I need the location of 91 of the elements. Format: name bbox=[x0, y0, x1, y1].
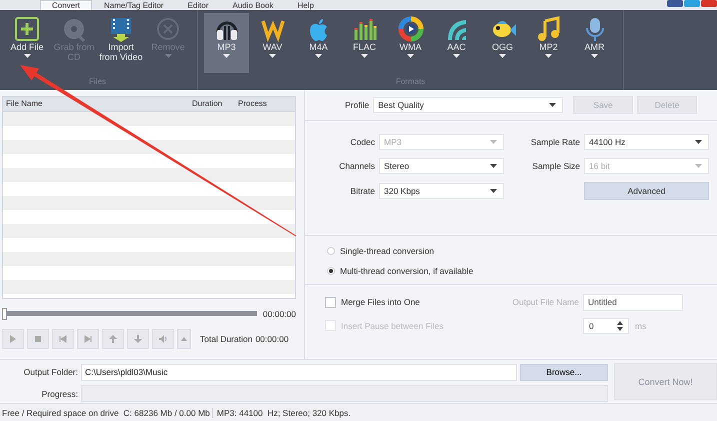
menu-tab[interactable]: Name/Tag Editor bbox=[92, 0, 176, 10]
player-button[interactable] bbox=[2, 328, 24, 349]
volume-menu-button[interactable] bbox=[177, 328, 191, 349]
player-button[interactable] bbox=[52, 328, 74, 349]
field-label: Sample Rate bbox=[530, 136, 580, 147]
caret-icon bbox=[453, 54, 460, 58]
unit-label: ms bbox=[635, 320, 646, 331]
format-button[interactable]: AMR bbox=[572, 12, 617, 73]
browse-button[interactable]: Browse... bbox=[520, 364, 608, 381]
caret-icon bbox=[223, 54, 230, 58]
format-button[interactable]: M4A bbox=[296, 12, 341, 73]
field-label: Sample Size bbox=[531, 160, 580, 171]
format-button[interactable]: OGG bbox=[480, 12, 525, 73]
pause-spin-field[interactable]: 0 bbox=[583, 318, 629, 334]
volume-button[interactable] bbox=[152, 328, 174, 349]
field-label: Codec bbox=[349, 136, 375, 147]
up-arrow-icon bbox=[108, 334, 118, 344]
field-label: Progress: bbox=[40, 388, 78, 399]
seek-slider[interactable] bbox=[2, 308, 257, 320]
film-strip-icon bbox=[108, 16, 134, 42]
setting-dropdown[interactable]: 320 Kbps bbox=[379, 182, 504, 199]
play-disc-icon bbox=[398, 16, 424, 42]
caret-icon bbox=[490, 188, 497, 193]
toolbar-button[interactable]: Add File bbox=[4, 12, 50, 73]
checkbox-label: Merge Files into One bbox=[341, 297, 420, 308]
caret-icon bbox=[549, 102, 556, 107]
advanced-button[interactable]: Advanced bbox=[584, 182, 709, 200]
status-text: Free / Required space on drive C: 68236 Mb / 0.00 Mb bbox=[1, 408, 211, 418]
output-file-name-field[interactable]: Untitled bbox=[583, 294, 683, 311]
menu-tab[interactable]: Editor bbox=[176, 0, 221, 10]
radio-label: Multi-thread conversion, if available bbox=[340, 266, 474, 276]
column-header[interactable]: Process bbox=[235, 99, 287, 108]
format-button[interactable]: WAV bbox=[250, 12, 295, 73]
output-folder-field[interactable]: C:\Users\pldl03\Music bbox=[81, 364, 517, 381]
menu-tab[interactable]: Convert bbox=[40, 0, 92, 10]
profile-dropdown[interactable]: Best Quality bbox=[373, 96, 564, 113]
format-button[interactable]: MP3 bbox=[204, 12, 249, 73]
caret-icon bbox=[315, 54, 322, 58]
field-label: Output Folder: bbox=[22, 367, 78, 378]
speaker-icon bbox=[158, 334, 168, 344]
caret-icon bbox=[361, 54, 368, 58]
setting-dropdown[interactable]: Stereo bbox=[379, 158, 504, 174]
menu-tab[interactable]: Help bbox=[285, 0, 326, 10]
music-note-icon bbox=[536, 16, 562, 42]
down-arrow-icon bbox=[133, 334, 143, 344]
spin-arrows-icon bbox=[617, 320, 623, 331]
format-button[interactable]: WMA bbox=[388, 12, 433, 73]
checkbox-label: Insert Pause between Files bbox=[341, 320, 444, 331]
skip-back-icon bbox=[58, 334, 68, 344]
caret-icon bbox=[695, 140, 702, 144]
caret-icon bbox=[407, 54, 414, 58]
player-button[interactable] bbox=[102, 328, 124, 349]
player-button[interactable] bbox=[77, 328, 99, 349]
caret-icon bbox=[545, 54, 552, 58]
caret-icon bbox=[490, 140, 497, 144]
player-button[interactable] bbox=[127, 328, 149, 349]
caret-icon bbox=[269, 54, 276, 58]
caret-icon bbox=[24, 54, 30, 58]
caret-icon bbox=[499, 54, 506, 58]
format-button[interactable]: FLAC bbox=[342, 12, 387, 73]
total-duration-value: 00:00:00 bbox=[255, 334, 289, 344]
field-label: Channels bbox=[338, 160, 375, 171]
caret-icon bbox=[164, 54, 172, 58]
stop-icon bbox=[33, 334, 43, 344]
field-label: Output File Name bbox=[511, 297, 579, 308]
checkbox[interactable] bbox=[325, 296, 336, 308]
radio-label: Single-thread conversion bbox=[340, 246, 434, 256]
column-header[interactable]: File Name bbox=[3, 99, 189, 108]
radio-button[interactable] bbox=[327, 246, 335, 255]
skip-forward-icon bbox=[83, 334, 93, 344]
caret-icon bbox=[591, 54, 598, 58]
total-duration-label: Total Duration bbox=[200, 334, 252, 344]
setting-dropdown[interactable]: 44100 Hz bbox=[584, 134, 709, 150]
seek-thumb[interactable] bbox=[2, 308, 7, 320]
caret-icon bbox=[695, 164, 702, 168]
field-label: Profile bbox=[345, 100, 370, 110]
caret-icon bbox=[181, 336, 187, 341]
format-button[interactable]: AAC bbox=[434, 12, 479, 73]
status-text: MP3: 44100 Hz; Stereo; 320 Kbps. bbox=[212, 408, 519, 418]
radio-button[interactable] bbox=[327, 266, 335, 275]
play-icon bbox=[8, 334, 18, 344]
time-readout: 00:00:00 bbox=[262, 308, 296, 319]
format-button[interactable]: MP2 bbox=[526, 12, 571, 73]
column-header[interactable]: Duration bbox=[189, 99, 235, 108]
player-button[interactable] bbox=[27, 328, 49, 349]
plus-box-icon bbox=[14, 16, 40, 42]
menu-tab[interactable]: Audio Book bbox=[220, 0, 286, 10]
field-label: Bitrate bbox=[349, 186, 375, 196]
close-circle-icon bbox=[155, 16, 181, 42]
toolbar-button[interactable]: Import from Video bbox=[98, 12, 144, 73]
caret-icon bbox=[490, 164, 497, 168]
